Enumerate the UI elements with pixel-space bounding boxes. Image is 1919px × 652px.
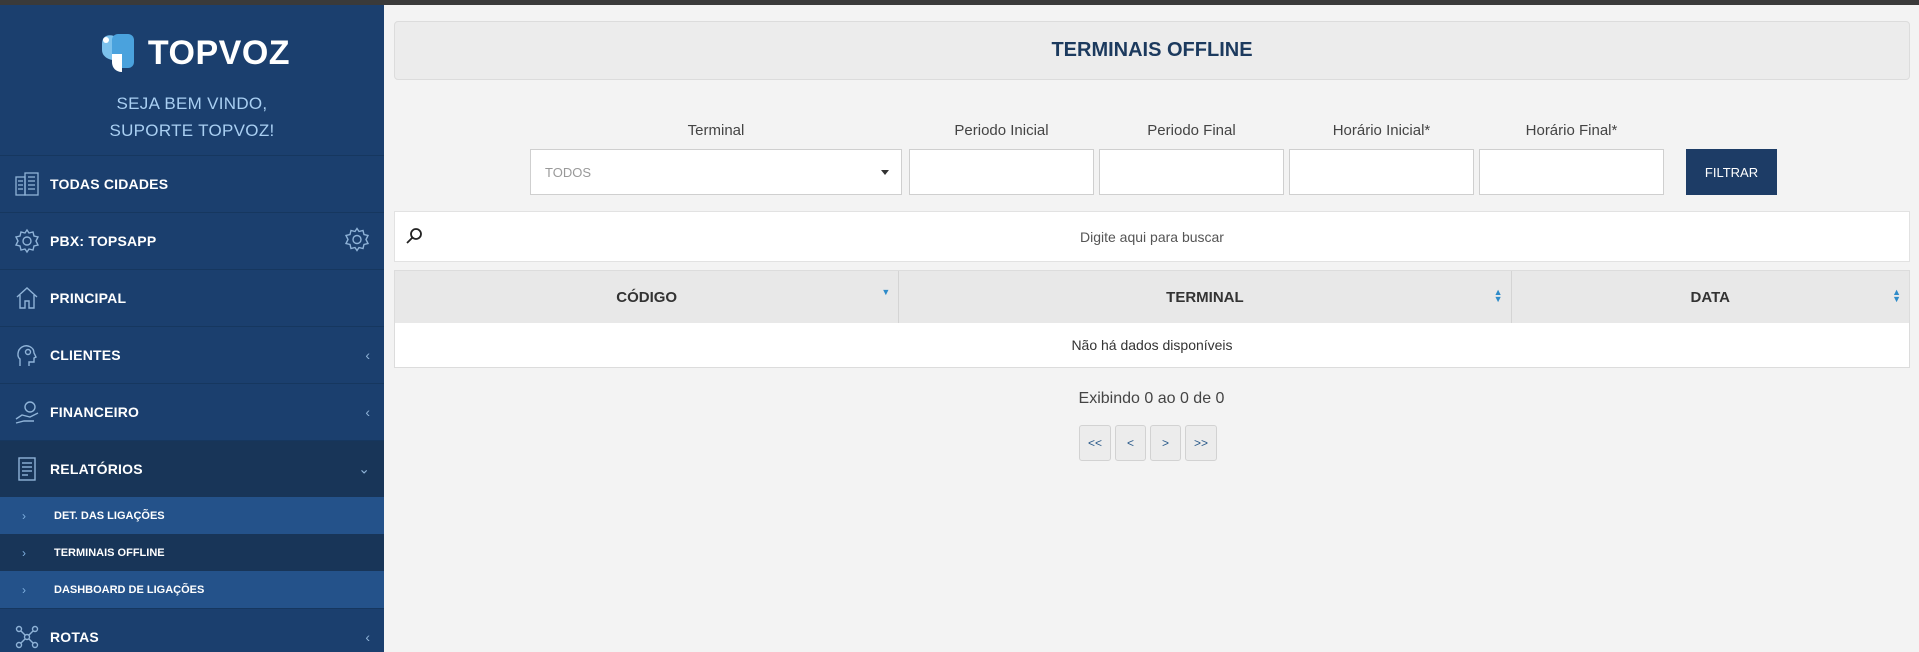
horario-final-label: Horário Final*	[1525, 122, 1618, 139]
sort-both-icon: ▲ ▼	[1493, 287, 1503, 304]
sidebar-item-financeiro[interactable]: FINANCEIRO ‹	[0, 383, 384, 440]
welcome-line-2: SUPORTE TOPVOZ!	[109, 121, 275, 140]
chevron-left-icon: ‹	[365, 404, 370, 420]
horario-inicial-input[interactable]	[1289, 149, 1474, 195]
pagination: << < > >>	[1079, 425, 1218, 461]
terminal-select-value: TODOS	[545, 164, 591, 180]
first-page-button[interactable]: <<	[1079, 425, 1112, 461]
sort-desc-icon: ▼	[881, 287, 891, 297]
horario-inicial-label: Horário Inicial*	[1332, 122, 1431, 139]
sort-both-icon: ▲ ▼	[1892, 287, 1901, 304]
periodo-inicial-label: Periodo Inicial	[954, 122, 1049, 139]
money-hand-icon	[14, 399, 40, 425]
sidebar-item-rotas[interactable]: ROTAS ‹	[0, 608, 384, 652]
results-table: CÓDIGO ▼ TERMINAL ▲ ▼ DATA ▲ ▼ Não há dado…	[394, 270, 1910, 368]
sidebar-item-label: CLIENTES	[50, 347, 121, 363]
brand-name: TOPVOZ	[147, 33, 291, 72]
last-page-button[interactable]: >>	[1185, 425, 1218, 461]
table-header: CÓDIGO ▼ TERMINAL ▲ ▼ DATA ▲ ▼	[395, 271, 1909, 323]
sidebar-item-label: TODAS CIDADES	[50, 176, 169, 192]
sidebar-subitem-label: TERMINAIS OFFLINE	[54, 546, 165, 559]
horario-final-input[interactable]	[1479, 149, 1664, 195]
search-icon	[405, 227, 423, 250]
chevron-right-icon: ›	[22, 582, 26, 597]
title-panel: TERMINAIS OFFLINE	[394, 21, 1910, 80]
periodo-final-label: Periodo Final	[1147, 122, 1236, 139]
building-icon	[14, 171, 40, 197]
periodo-final-input[interactable]	[1099, 149, 1284, 195]
chevron-left-icon: ‹	[365, 629, 370, 645]
filter-button[interactable]: FILTRAR	[1686, 149, 1777, 195]
home-icon	[14, 285, 40, 311]
chevron-left-icon: ‹	[365, 347, 370, 363]
column-header-label: DATA	[1690, 288, 1730, 306]
welcome-line-1: SEJA BEM VINDO,	[116, 94, 268, 113]
chevron-right-icon: ›	[22, 508, 26, 523]
sidebar-item-label: FINANCEIRO	[50, 404, 140, 420]
caret-down-icon	[881, 170, 889, 175]
network-icon	[14, 624, 40, 650]
sidebar-subitem-terminais-offline[interactable]: › TERMINAIS OFFLINE	[0, 534, 384, 571]
sidebar-subitem-label: DASHBOARD DE LIGAÇÕES	[54, 583, 205, 596]
sidebar-item-todas-cidades[interactable]: TODAS CIDADES	[0, 155, 384, 212]
pagination-info: Exibindo 0 ao 0 de 0	[1078, 390, 1225, 407]
terminal-select[interactable]: TODOS	[530, 149, 902, 195]
terminal-label: Terminal	[687, 122, 745, 139]
sidebar-item-label: ROTAS	[50, 629, 99, 645]
column-header-label: CÓDIGO	[616, 288, 678, 306]
next-page-button[interactable]: >	[1150, 425, 1182, 461]
main-content: TERMINAIS OFFLINE Terminal TODOS Periodo…	[384, 5, 1919, 652]
column-header-label: TERMINAL	[1166, 288, 1244, 306]
column-header-codigo[interactable]: CÓDIGO ▼	[395, 271, 900, 323]
topvoz-logo-icon	[94, 30, 142, 76]
sidebar-item-label: PRINCIPAL	[50, 290, 127, 306]
sidebar-item-label: RELATÓRIOS	[50, 461, 143, 477]
chevron-right-icon: ›	[22, 545, 26, 560]
search-bar[interactable]: Digite aqui para buscar	[394, 211, 1910, 262]
chevron-down-icon: ⌄	[358, 460, 370, 477]
periodo-inicial-input[interactable]	[909, 149, 1094, 195]
gear-icon	[14, 228, 40, 254]
sidebar-subitem-det-ligacoes[interactable]: › DET. DAS LIGAÇÕES	[0, 497, 384, 534]
sidebar-item-principal[interactable]: PRINCIPAL	[0, 269, 384, 326]
sidebar-item-clientes[interactable]: CLIENTES ‹	[0, 326, 384, 383]
sidebar-subitem-label: DET. DAS LIGAÇÕES	[54, 509, 165, 522]
report-icon	[14, 456, 40, 482]
empty-row: Não há dados disponíveis	[1071, 337, 1233, 353]
search-placeholder: Digite aqui para buscar	[1080, 228, 1224, 245]
user-gear-icon	[14, 342, 40, 368]
prev-page-button[interactable]: <	[1115, 425, 1147, 461]
sidebar: TOPVOZ SEJA BEM VINDO, SUPORTE TOPVOZ! T…	[0, 5, 384, 652]
sidebar-subitem-dashboard-ligacoes[interactable]: › DASHBOARD DE LIGAÇÕES	[0, 571, 384, 608]
page-title: TERMINAIS OFFLINE	[1051, 39, 1253, 61]
brand-area: TOPVOZ SEJA BEM VINDO, SUPORTE TOPVOZ!	[0, 5, 384, 155]
sidebar-item-relatorios[interactable]: RELATÓRIOS ⌄	[0, 440, 384, 497]
sidebar-item-label: PBX: TOPSAPP	[50, 233, 157, 249]
column-header-data[interactable]: DATA ▲ ▼	[1512, 271, 1909, 323]
logo[interactable]: TOPVOZ	[94, 30, 290, 76]
sidebar-item-pbx[interactable]: PBX: TOPSAPP	[0, 212, 384, 269]
welcome-text: SEJA BEM VINDO, SUPORTE TOPVOZ!	[109, 90, 274, 144]
column-header-terminal[interactable]: TERMINAL ▲ ▼	[899, 271, 1512, 323]
pbx-settings-icon[interactable]	[344, 227, 370, 256]
